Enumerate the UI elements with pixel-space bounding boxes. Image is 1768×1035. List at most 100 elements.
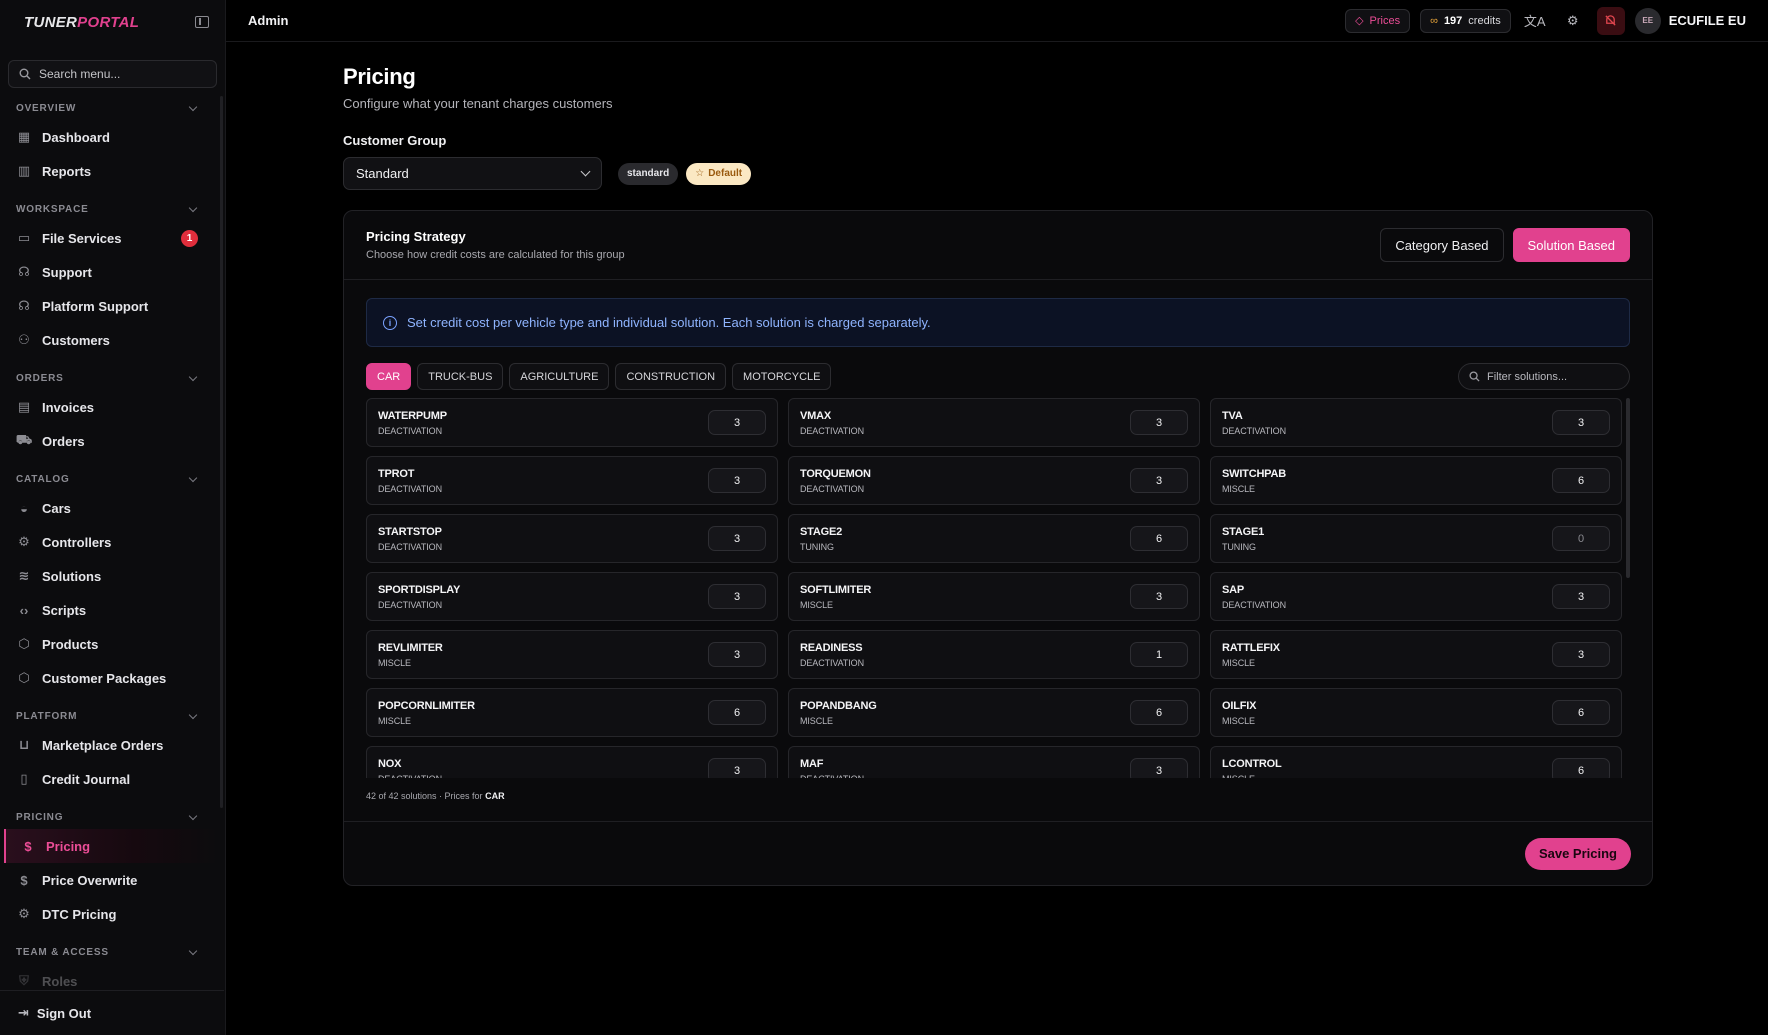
solution-info: POPCORNLIMITER MISCLE	[378, 700, 475, 726]
sidebar-item-roles[interactable]: ⛨ Roles	[0, 964, 224, 988]
sidebar-item-cars[interactable]: ◒ Cars	[0, 491, 224, 525]
credit-cost-input[interactable]: 3	[1552, 410, 1610, 435]
category-based-button[interactable]: Category Based	[1380, 228, 1504, 262]
solution-info: LCONTROL MISCLE	[1222, 758, 1282, 779]
credit-cost-input[interactable]: 3	[1130, 410, 1188, 435]
sidebar-item-platform-support[interactable]: ☊ Platform Support	[0, 289, 224, 323]
credit-cost-input[interactable]: 6	[1130, 526, 1188, 551]
sidebar-item-dashboard[interactable]: ▦ Dashboard	[0, 120, 224, 154]
credit-cost-input[interactable]: 3	[708, 642, 766, 667]
credit-cost-input[interactable]: 3	[708, 526, 766, 551]
credit-cost-input[interactable]: 1	[1130, 642, 1188, 667]
save-pricing-button[interactable]: Save Pricing	[1524, 837, 1631, 870]
credit-cost-input[interactable]: 3	[1552, 584, 1610, 609]
prices-button[interactable]: ◇ Prices	[1345, 8, 1411, 33]
solution-category: DEACTIVATION	[1222, 599, 1286, 610]
tab-motorcycle[interactable]: MOTORCYCLE	[732, 363, 832, 390]
sidebar-item-invoices[interactable]: ▤ Invoices	[0, 390, 224, 424]
sidebar-item-customer-packages[interactable]: ⬡ Customer Packages	[0, 661, 224, 695]
solution-price-card: TPROT DEACTIVATION 3	[366, 456, 778, 505]
sidebar-section-workspace[interactable]: WORKSPACE	[0, 197, 224, 221]
credit-cost-input[interactable]: 3	[708, 758, 766, 778]
solution-based-button[interactable]: Solution Based	[1512, 228, 1630, 262]
sidebar-item-label: Pricing	[46, 838, 91, 854]
solution-category: MISCLE	[1222, 715, 1255, 726]
solution-category: MISCLE	[1222, 483, 1255, 494]
sidebar-item-marketplace-orders[interactable]: ⊔ Marketplace Orders	[0, 728, 224, 762]
solution-name: REVLIMITER	[378, 641, 443, 654]
customer-group-select[interactable]: Standard	[343, 157, 602, 190]
sidebar-item-price-overwrite[interactable]: $ Price Overwrite	[0, 863, 224, 897]
bell-off-icon[interactable]	[1596, 6, 1625, 35]
solution-info: OILFIX MISCLE	[1222, 700, 1256, 726]
sidebar-collapse-icon[interactable]	[195, 16, 209, 28]
sidebar-section-team-access[interactable]: TEAM & ACCESS	[0, 940, 224, 964]
sidebar-item-scripts[interactable]: ‹› Scripts	[0, 593, 224, 627]
solution-name: MAF	[800, 757, 824, 770]
credit-cost-input[interactable]: 3	[708, 410, 766, 435]
sidebar-item-controllers[interactable]: ⚙ Controllers	[0, 525, 224, 559]
translate-icon[interactable]: 文A	[1521, 7, 1549, 35]
credit-cost-input[interactable]: 3	[708, 468, 766, 493]
tab-construction[interactable]: CONSTRUCTION	[615, 363, 727, 390]
default-badge: ☆ Default	[686, 162, 752, 185]
page-subtitle: Configure what your tenant charges custo…	[343, 96, 613, 111]
prices-label: Prices	[1369, 14, 1401, 27]
sidebar-section-overview[interactable]: OVERVIEW	[0, 96, 224, 120]
credit-cost-input[interactable]: 0	[1552, 526, 1610, 551]
sidebar-section-catalog[interactable]: CATALOG	[0, 467, 224, 491]
menu-search[interactable]	[8, 60, 217, 88]
filter-solutions-input[interactable]	[1487, 370, 1617, 383]
credit-cost-input[interactable]: 6	[1552, 700, 1610, 725]
solution-info: SWITCHPAB MISCLE	[1222, 468, 1286, 494]
sidebar-item-file-services[interactable]: ▭ File Services 1	[0, 221, 224, 255]
credit-cost-input[interactable]: 6	[1552, 468, 1610, 493]
sidebar-scrollbar[interactable]	[220, 96, 223, 808]
solution-category: TUNING	[800, 541, 834, 552]
sidebar-item-support[interactable]: ☊ Support	[0, 255, 224, 289]
sidebar-section-platform[interactable]: PLATFORM	[0, 704, 224, 728]
solution-info: STARTSTOP DEACTIVATION	[378, 526, 442, 552]
solution-price-card: SAP DEACTIVATION 3	[1210, 572, 1622, 621]
sidebar-item-products[interactable]: ⬡ Products	[0, 627, 224, 661]
solution-info: STAGE1 TUNING	[1222, 526, 1264, 552]
sidebar-item-reports[interactable]: ▥ Reports	[0, 154, 224, 188]
sign-out-button[interactable]: ⇥ Sign Out	[0, 990, 224, 1035]
tab-agriculture[interactable]: AGRICULTURE	[509, 363, 610, 390]
tab-car[interactable]: CAR	[366, 363, 412, 390]
credit-cost-input[interactable]: 3	[1552, 642, 1610, 667]
menu-search-input[interactable]	[39, 67, 199, 81]
app-logo[interactable]: TUNERPORTAL	[24, 14, 139, 31]
tab-truck-bus[interactable]: TRUCK-BUS	[417, 363, 504, 390]
credit-cost-input[interactable]: 3	[1130, 584, 1188, 609]
credit-cost-input[interactable]: 6	[1130, 700, 1188, 725]
sidebar-item-label: Price Overwrite	[42, 872, 138, 888]
credit-cost-input[interactable]: 3	[1130, 758, 1188, 778]
solutions-scrollbar[interactable]	[1626, 398, 1630, 578]
sidebar-item-credit-journal[interactable]: ▯ Credit Journal	[0, 762, 224, 796]
credit-cost-input[interactable]: 6	[1552, 758, 1610, 778]
sidebar-item-customers[interactable]: ⚇ Customers	[0, 323, 224, 357]
sidebar-item-solutions[interactable]: ≋ Solutions	[0, 559, 224, 593]
solution-info: STAGE2 TUNING	[800, 526, 842, 552]
credit-cost-input[interactable]: 3	[1130, 468, 1188, 493]
credit-cost-input[interactable]: 3	[708, 584, 766, 609]
chevron-down-icon	[188, 372, 198, 381]
credits-button[interactable]: ∞ 197 credits	[1420, 8, 1511, 33]
sidebar-section-orders[interactable]: ORDERS	[0, 366, 224, 390]
card-footer: Save Pricing	[344, 821, 1652, 885]
chip-icon: ⚙	[18, 534, 30, 549]
user-name[interactable]: ECUFILE EU	[1669, 13, 1746, 28]
sliders-icon[interactable]: ⚙	[1559, 7, 1587, 35]
sidebar-item-dtc-pricing[interactable]: ⚙ DTC Pricing	[0, 897, 224, 931]
sidebar-section-title: PLATFORM	[16, 710, 78, 722]
package-icon: ⬡	[18, 670, 30, 685]
filter-solutions[interactable]	[1458, 363, 1630, 390]
solution-name: SPORTDISPLAY	[378, 583, 461, 596]
sidebar-item-orders[interactable]: ⛟ Orders	[0, 424, 224, 458]
solution-price-card: VMAX DEACTIVATION 3	[788, 398, 1200, 447]
sidebar-item-pricing[interactable]: $ Pricing	[4, 829, 220, 863]
avatar[interactable]: EE	[1634, 7, 1661, 34]
sidebar-section-pricing[interactable]: PRICING	[0, 805, 224, 829]
credit-cost-input[interactable]: 6	[708, 700, 766, 725]
